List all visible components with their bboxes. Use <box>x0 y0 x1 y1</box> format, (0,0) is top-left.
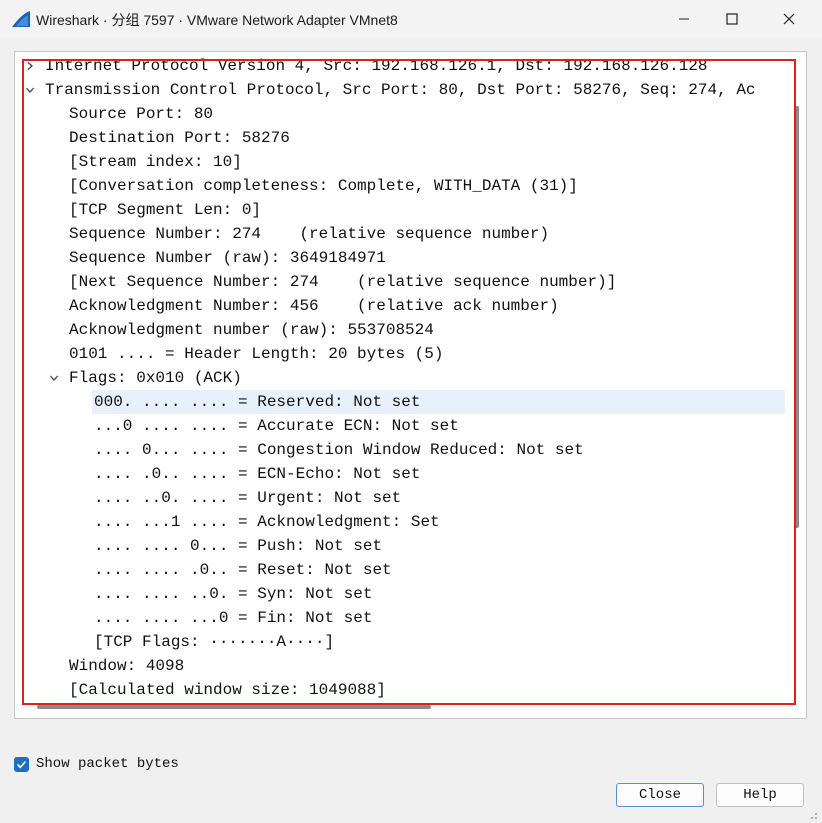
vertical-scrollbar[interactable] <box>793 52 804 702</box>
tree-row-text: Transmission Control Protocol, Src Port:… <box>45 81 756 99</box>
tree-row[interactable]: .... ..0. .... = Urgent: Not set <box>15 486 791 510</box>
tree-row[interactable]: Transmission Control Protocol, Src Port:… <box>15 78 791 102</box>
tree-row[interactable]: 0101 .... = Header Length: 20 bytes (5) <box>15 342 791 366</box>
tree-row-text: .... .... ..0. = Syn: Not set <box>94 585 373 603</box>
show-packet-bytes-label[interactable]: Show packet bytes <box>36 756 179 772</box>
tree-row[interactable]: Flags: 0x010 (ACK) <box>15 366 791 390</box>
tree-row-text: .... 0... .... = Congestion Window Reduc… <box>94 441 584 459</box>
tree-row-text: Acknowledgment number (raw): 553708524 <box>69 321 434 339</box>
minimize-icon <box>679 18 689 20</box>
tree-row[interactable]: [TCP Segment Len: 0] <box>15 198 791 222</box>
tree-row[interactable]: [Next Sequence Number: 274 (relative seq… <box>15 270 791 294</box>
tree-row[interactable]: .... ...1 .... = Acknowledgment: Set <box>15 510 791 534</box>
tree-row-text: Internet Protocol Version 4, Src: 192.16… <box>45 57 708 75</box>
tree-row[interactable]: ...0 .... .... = Accurate ECN: Not set <box>15 414 791 438</box>
tree-row[interactable]: .... .... 0... = Push: Not set <box>15 534 791 558</box>
tree-row-text: .... ..0. .... = Urgent: Not set <box>94 489 402 507</box>
resize-grip-icon[interactable] <box>806 808 818 820</box>
chevron-down-icon[interactable] <box>23 78 37 102</box>
tree-row-text: [Calculated window size: 1049088] <box>69 681 386 699</box>
tree-row-text: Acknowledgment Number: 456 (relative ack… <box>69 297 559 315</box>
tree-row-text: Sequence Number (raw): 3649184971 <box>69 249 386 267</box>
tree-row[interactable]: .... .... ...0 = Fin: Not set <box>15 606 791 630</box>
show-packet-bytes-checkbox[interactable] <box>14 756 29 772</box>
tree-row[interactable]: [Stream index: 10] <box>15 150 791 174</box>
show-packet-bytes-toggle[interactable]: Show packet bytes <box>14 756 179 772</box>
tree-row[interactable]: [TCP Flags: ·······A····] <box>15 630 791 654</box>
window-title: Wireshark · 分组 7597 · VMware Network Ada… <box>36 12 398 28</box>
tree-row[interactable]: [Conversation completeness: Complete, WI… <box>15 174 791 198</box>
close-icon <box>783 13 795 25</box>
tree-row[interactable]: .... .... .0.. = Reset: Not set <box>15 558 791 582</box>
minimize-button[interactable] <box>661 0 707 38</box>
maximize-icon <box>726 13 738 25</box>
checkmark-icon <box>16 760 27 768</box>
tree-row-text: Source Port: 80 <box>69 105 214 123</box>
tree-row[interactable]: .... .0.. .... = ECN-Echo: Not set <box>15 462 791 486</box>
tree-row-text: .... ...1 .... = Acknowledgment: Set <box>94 513 440 531</box>
tree-row[interactable]: Acknowledgment Number: 456 (relative ack… <box>15 294 791 318</box>
help-button[interactable]: Help <box>716 783 804 807</box>
tree-row-text: .... .0.. .... = ECN-Echo: Not set <box>94 465 421 483</box>
tree-row-text: [Next Sequence Number: 274 (relative seq… <box>69 273 617 291</box>
horizontal-scrollbar-thumb[interactable] <box>37 705 431 709</box>
tree-row[interactable]: 000. .... .... = Reserved: Not set <box>15 390 791 414</box>
tree-row[interactable]: Internet Protocol Version 4, Src: 192.16… <box>15 54 791 78</box>
packet-detail-tree[interactable]: Internet Protocol Version 4, Src: 192.16… <box>14 51 807 719</box>
tree-row[interactable]: .... .... ..0. = Syn: Not set <box>15 582 791 606</box>
tree-row-text: [Stream index: 10] <box>69 153 242 171</box>
tree-row-text: Destination Port: 58276 <box>69 129 290 147</box>
tree-row[interactable]: [Calculated window size: 1049088] <box>15 678 791 702</box>
tree-row-text: [TCP Segment Len: 0] <box>69 201 262 219</box>
close-button[interactable]: Close <box>616 783 704 807</box>
tree-row[interactable]: Sequence Number: 274 (relative sequence … <box>15 222 791 246</box>
tree-row-text: [Conversation completeness: Complete, WI… <box>69 177 578 195</box>
chevron-right-icon[interactable] <box>23 54 37 78</box>
chevron-down-icon[interactable] <box>47 366 61 390</box>
tree-row-text: Window: 4098 <box>69 657 185 675</box>
tree-row[interactable]: Acknowledgment number (raw): 553708524 <box>15 318 791 342</box>
tree-row-text: Flags: 0x010 (ACK) <box>69 369 242 387</box>
tree-row[interactable]: .... 0... .... = Congestion Window Reduc… <box>15 438 791 462</box>
tree-row-text: 0101 .... = Header Length: 20 bytes (5) <box>69 345 444 363</box>
maximize-button[interactable] <box>709 0 755 38</box>
title-bar: Wireshark · 分组 7597 · VMware Network Ada… <box>0 0 822 38</box>
tree-row[interactable]: Window: 4098 <box>15 654 791 678</box>
tree-row-text: ...0 .... .... = Accurate ECN: Not set <box>94 417 459 435</box>
close-window-button[interactable] <box>766 0 812 38</box>
tree-row-text: [TCP Flags: ·······A····] <box>94 633 335 651</box>
tree-row[interactable]: Source Port: 80 <box>15 102 791 126</box>
tree-row[interactable]: Sequence Number (raw): 3649184971 <box>15 246 791 270</box>
vertical-scrollbar-thumb[interactable] <box>795 106 799 528</box>
tree-viewport[interactable]: Internet Protocol Version 4, Src: 192.16… <box>15 52 791 702</box>
tree-row-text: .... .... ...0 = Fin: Not set <box>94 609 373 627</box>
tree-row[interactable]: Destination Port: 58276 <box>15 126 791 150</box>
wireshark-fin-icon <box>12 11 30 27</box>
horizontal-scrollbar[interactable] <box>15 702 793 716</box>
tree-row-text: 000. .... .... = Reserved: Not set <box>94 393 421 411</box>
tree-row-text: .... .... .0.. = Reset: Not set <box>94 561 392 579</box>
tree-row-text: .... .... 0... = Push: Not set <box>94 537 383 555</box>
tree-row-text: Sequence Number: 274 (relative sequence … <box>69 225 550 243</box>
